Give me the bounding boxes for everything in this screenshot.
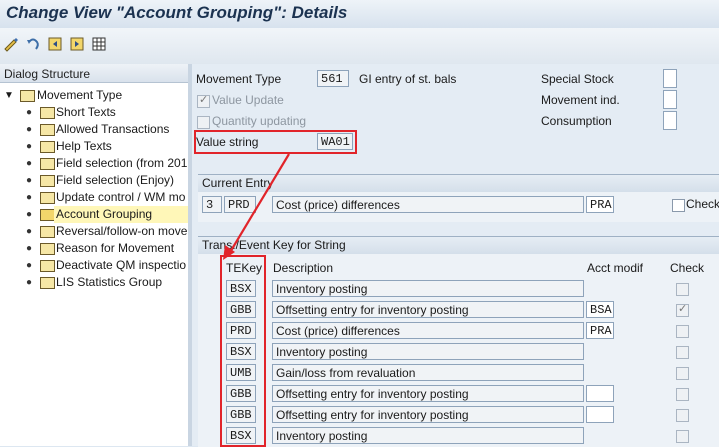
grid-icon[interactable] [90,35,108,53]
trans-event-key-group: Trans./Event Key for String TEKey Descri… [198,236,719,447]
description-cell: Inventory posting [272,427,584,444]
bullet-icon: ● [26,192,33,203]
special-stock-field[interactable] [663,69,677,88]
tree-item-account-grouping[interactable]: ● Account Grouping [0,206,188,223]
tree-header: Dialog Structure [0,64,188,83]
current-entry-title: Current Entry [198,175,719,192]
current-entry-acct-modif[interactable]: PRA [586,196,614,213]
quantity-updating-checkbox[interactable] [197,116,210,129]
current-entry-group: Current Entry 3 PRD Cost (price) differe… [198,174,719,222]
bullet-icon: ● [26,243,33,254]
tree-item-deactivate-qm[interactable]: ● Deactivate QM inspectio [0,257,188,274]
movement-ind-label: Movement ind. [541,93,620,107]
bullet-icon: ● [26,209,33,220]
description-cell: Inventory posting [272,280,584,297]
tree-item-reversal[interactable]: ● Reversal/follow-on move [0,223,188,240]
folder-icon [40,226,55,238]
folder-icon [40,277,55,289]
check-cell[interactable] [676,283,689,296]
bullet-icon: ● [26,124,33,135]
quantity-updating-label: Quantity updating [212,114,307,128]
description-cell: Cost (price) differences [272,322,584,339]
description-cell: Offsetting entry for inventory posting [272,406,584,423]
tree-item-lis-statistics[interactable]: ● LIS Statistics Group [0,274,188,291]
edit-icon[interactable] [2,35,20,53]
tree-item-allowed-transactions[interactable]: ● Allowed Transactions [0,121,188,138]
current-entry-number: 3 [202,196,222,213]
check-cell[interactable] [676,346,689,359]
check-cell[interactable] [676,409,689,422]
tree-root-movement-type[interactable]: ▼ Movement Type [0,87,188,104]
description-cell: Offsetting entry for inventory posting [272,385,584,402]
dialog-structure-tree: Dialog Structure ▼ Movement Type ● Short … [0,64,192,446]
col-header-acct-modif: Acct modif [587,261,644,275]
tree-item-field-selection-enjoy[interactable]: ● Field selection (Enjoy) [0,172,188,189]
bullet-icon: ● [26,277,33,288]
current-entry-check-label: Check [686,197,719,211]
open-folder-icon [40,209,55,221]
bullet-icon: ● [26,107,33,118]
expanded-arrow-icon[interactable]: ▼ [4,87,14,104]
col-header-description: Description [273,261,334,275]
acct-modif-cell[interactable] [586,406,614,423]
value-update-label: Value Update [212,93,284,107]
detail-area: Movement Type 561 GI entry of st. bals V… [192,64,719,447]
check-cell[interactable] [676,430,689,443]
tekey-column-highlight [220,255,266,447]
current-entry-description: Cost (price) differences [272,196,584,213]
next-entry-icon[interactable] [68,35,86,53]
folder-icon [20,90,35,102]
consumption-field[interactable] [663,111,677,130]
prev-entry-icon[interactable] [46,35,64,53]
toolbar [0,28,719,65]
acct-modif-cell[interactable]: PRA [586,322,614,339]
folder-icon [40,175,55,187]
undo-icon[interactable] [24,35,42,53]
special-stock-label: Special Stock [541,72,614,86]
col-header-check: Check [670,261,705,275]
check-cell[interactable] [676,302,689,317]
folder-icon [40,141,55,153]
description-cell: Gain/loss from revaluation [272,364,584,381]
current-entry-key: PRD [224,196,256,213]
bullet-icon: ● [26,260,33,271]
acct-modif-cell[interactable]: BSA [586,301,614,318]
description-cell: Inventory posting [272,343,584,360]
movement-ind-field[interactable] [663,90,677,109]
movement-type-field[interactable]: 561 [317,70,349,87]
value-update-checkbox[interactable] [197,93,210,108]
check-cell[interactable] [676,325,689,338]
tree-item-field-selection-201[interactable]: ● Field selection (from 201 [0,155,188,172]
bullet-icon: ● [26,158,33,169]
folder-icon [40,243,55,255]
bullet-icon: ● [26,141,33,152]
tree-item-reason-for-movement[interactable]: ● Reason for Movement [0,240,188,257]
folder-icon [40,192,55,204]
acct-modif-cell[interactable] [586,385,614,402]
folder-icon [40,124,55,136]
window-title: Change View "Account Grouping": Details [6,3,348,22]
check-cell[interactable] [676,388,689,401]
trans-event-key-title: Trans./Event Key for String [198,237,719,254]
movement-type-label: Movement Type [196,72,282,86]
bullet-icon: ● [26,226,33,237]
folder-icon [40,260,55,272]
movement-type-text: GI entry of st. bals [359,72,457,86]
title-bar: Change View "Account Grouping": Details [0,0,719,28]
folder-icon [40,107,55,119]
description-cell: Offsetting entry for inventory posting [272,301,584,318]
value-string-highlight [194,130,357,154]
tree-item-help-texts[interactable]: ● Help Texts [0,138,188,155]
bullet-icon: ● [26,175,33,186]
folder-icon [40,158,55,170]
current-entry-check-checkbox[interactable] [672,199,685,212]
tree-item-short-texts[interactable]: ● Short Texts [0,104,188,121]
check-cell[interactable] [676,367,689,380]
consumption-label: Consumption [541,114,612,128]
tree-item-update-control[interactable]: ● Update control / WM mo [0,189,188,206]
